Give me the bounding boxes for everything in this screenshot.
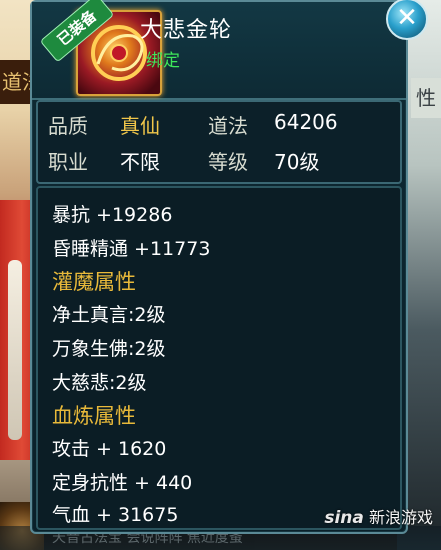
quality-value: 真仙 <box>120 114 160 138</box>
close-button[interactable]: ✕ <box>386 0 428 40</box>
level-label: 等级 <box>208 150 248 174</box>
job-value: 不限 <box>120 150 160 174</box>
job-label: 职业 <box>48 150 88 174</box>
item-info-box: 品质 真仙 道法 64206 职业 不限 等级 70级 <box>36 100 402 184</box>
quality-label: 品质 <box>48 114 88 138</box>
character-sash <box>8 260 22 440</box>
item-stats: 暴抗 +19286 昏睡精通 +11773 灌魔属性 净土真言:2级 万象生佛:… <box>36 186 402 530</box>
tooltip-header: 已装备 大悲金轮 绑定 <box>32 0 406 100</box>
stat-sleep-mastery: 昏睡精通 +11773 <box>52 238 211 260</box>
infuse-section-title: 灌魔属性 <box>52 270 136 294</box>
sina-watermark: sina 新浪游戏 <box>324 504 433 528</box>
bind-status: 绑定 <box>146 51 180 71</box>
watermark-brand: sina <box>324 508 364 528</box>
blood-stat: 气血 + 31675 <box>52 504 179 526</box>
blood-stat: 定身抗性 + 440 <box>52 472 193 494</box>
infuse-stat: 万象生佛:2级 <box>52 338 166 360</box>
info-row-quality: 品质 真仙 道法 64206 <box>48 110 388 138</box>
dao-value: 64206 <box>274 110 338 134</box>
blood-stat: 攻击 + 1620 <box>52 438 167 460</box>
infuse-stat: 净土真言:2级 <box>52 304 166 326</box>
level-value: 70级 <box>274 150 320 174</box>
watermark-text: 新浪游戏 <box>368 508 433 527</box>
infuse-stat: 大慈悲:2级 <box>52 372 147 394</box>
close-icon: ✕ <box>396 3 418 33</box>
item-tooltip: 已装备 大悲金轮 绑定 ✕ 品质 真仙 道法 64206 职业 不限 等级 70… <box>30 0 428 534</box>
background-sign-right: 性 <box>411 78 441 118</box>
blood-section-title: 血炼属性 <box>52 404 136 428</box>
dao-label: 道法 <box>208 114 248 138</box>
item-name: 大悲金轮 <box>140 18 233 43</box>
info-row-job: 职业 不限 等级 70级 <box>48 146 388 174</box>
equipped-badge: 已装备 <box>36 0 116 63</box>
stat-crit-resist: 暴抗 +19286 <box>52 204 173 226</box>
